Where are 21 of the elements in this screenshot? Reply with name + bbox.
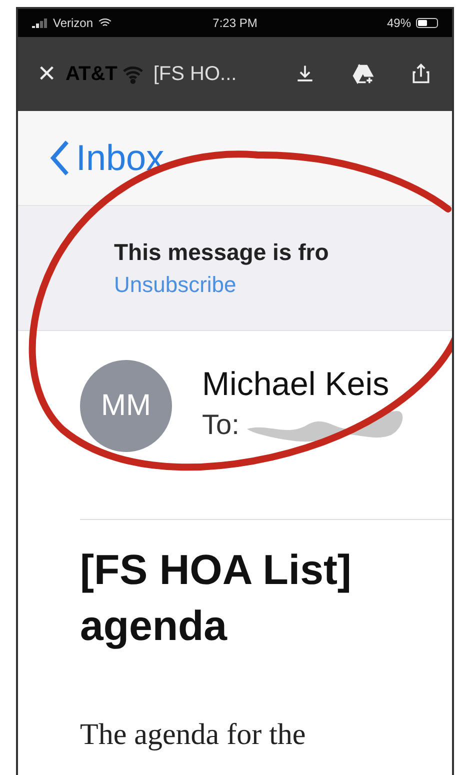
share-button[interactable] — [410, 63, 432, 85]
battery-percentage: 49% — [386, 16, 411, 30]
close-button[interactable]: × — [38, 57, 56, 91]
sender-avatar: MM — [80, 360, 172, 452]
carrier-name: Verizon — [53, 16, 94, 30]
mailing-list-notice: This message is fro — [114, 238, 330, 266]
email-subject: [FS HOA List] agenda — [80, 545, 352, 651]
email-body-text: The agenda for the — [80, 718, 307, 752]
attachment-title: [FS HO... — [153, 62, 238, 86]
clock-time: 7:23 PM — [212, 16, 258, 30]
battery-icon — [416, 18, 438, 28]
share-icon — [410, 63, 432, 85]
unsubscribe-link[interactable]: Unsubscribe — [114, 272, 452, 298]
sender-name: Michael Keis — [202, 365, 390, 403]
triangle-plus-icon — [352, 63, 374, 85]
drive-button[interactable] — [352, 63, 374, 85]
carrier-name: AT&T — [66, 62, 118, 86]
back-button[interactable]: Inbox — [50, 137, 164, 179]
chevron-left-icon — [50, 140, 70, 176]
signal-icon — [32, 18, 48, 28]
recipient-label: To: — [202, 409, 240, 441]
